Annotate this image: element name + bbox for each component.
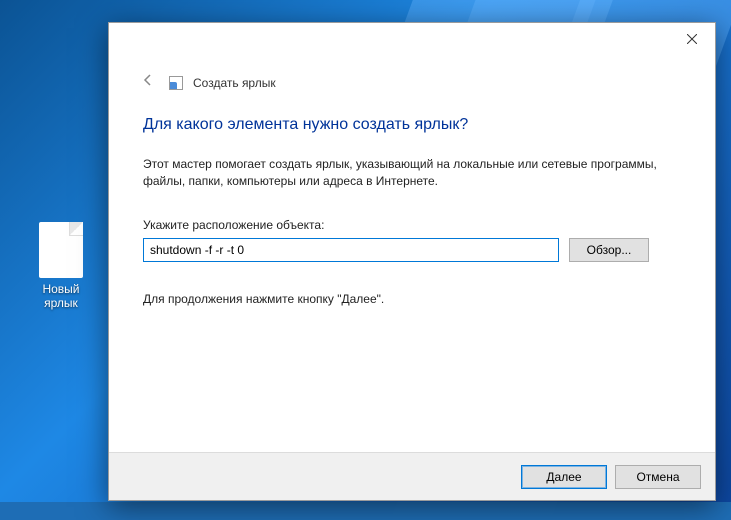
next-button[interactable]: Далее <box>521 465 607 489</box>
wizard-description: Этот мастер помогает создать ярлык, указ… <box>143 156 681 190</box>
dialog-footer: Далее Отмена <box>109 452 715 500</box>
location-field-label: Укажите расположение объекта: <box>143 218 681 232</box>
back-arrow-icon[interactable] <box>137 71 159 94</box>
shortcut-file-icon <box>39 222 83 278</box>
dialog-header: Создать ярлык <box>109 23 715 94</box>
location-input[interactable] <box>143 238 559 262</box>
shortcut-icon <box>169 76 183 90</box>
breadcrumb: Создать ярлык <box>193 76 276 90</box>
close-icon <box>687 34 697 44</box>
page-title: Для какого элемента нужно создать ярлык? <box>143 116 681 134</box>
cancel-button[interactable]: Отмена <box>615 465 701 489</box>
desktop-shortcut-label: Новый ярлык <box>26 282 96 311</box>
dialog-body: Для какого элемента нужно создать ярлык?… <box>109 94 715 452</box>
desktop-shortcut-icon[interactable]: Новый ярлык <box>26 222 96 311</box>
close-button[interactable] <box>669 23 715 55</box>
continue-instruction: Для продолжения нажмите кнопку "Далее". <box>143 292 681 306</box>
create-shortcut-wizard: Создать ярлык Для какого элемента нужно … <box>108 22 716 501</box>
browse-button[interactable]: Обзор... <box>569 238 649 262</box>
